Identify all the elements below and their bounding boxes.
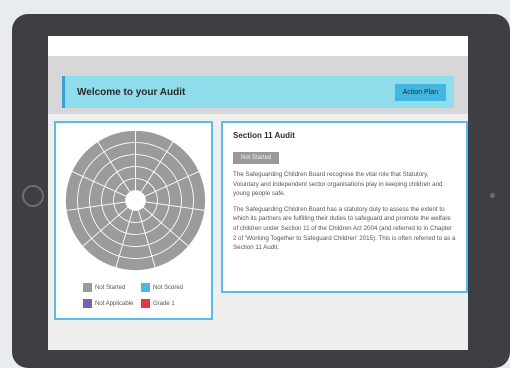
wheel-center <box>126 191 145 210</box>
audit-wheel[interactable] <box>63 128 208 273</box>
section-info-panel: Section 11 Audit Not Started The Safegua… <box>221 121 468 293</box>
audit-header: Welcome to your Audit Action Plan <box>62 76 454 108</box>
wheel-cell[interactable] <box>115 255 156 271</box>
wheel-cell[interactable] <box>118 244 153 259</box>
legend-label: Not Started <box>95 284 126 291</box>
legend-item-grade-1: Grade 1 <box>141 299 205 308</box>
legend-swatch <box>141 283 150 292</box>
legend-swatch <box>83 283 92 292</box>
duty-paragraph: The Safeguarding Children Board has a st… <box>233 205 456 252</box>
status-badge: Not Started <box>233 152 280 164</box>
camera-dot <box>490 193 495 198</box>
action-plan-button[interactable]: Action Plan <box>394 83 446 101</box>
section-title: Section 11 Audit <box>233 131 295 140</box>
app-screen: Welcome to your Audit Action Plan Not St… <box>48 36 468 350</box>
legend-label: Not Scored <box>153 284 184 291</box>
content-area: Not Started Not Scored Not Applicable Gr… <box>48 114 468 350</box>
wheel-cell[interactable] <box>122 232 149 247</box>
legend-label: Grade 1 <box>153 300 175 307</box>
legend-swatch <box>83 299 92 308</box>
page-title: Welcome to your Audit <box>77 86 186 98</box>
legend-swatch <box>141 299 150 308</box>
home-button[interactable] <box>22 185 44 207</box>
legend-label: Not Applicable <box>95 300 134 307</box>
legend-item-not-applicable: Not Applicable <box>83 299 141 308</box>
legend-item-not-started: Not Started <box>83 283 141 292</box>
audit-wheel-panel: Not Started Not Scored Not Applicable Gr… <box>54 121 213 320</box>
intro-paragraph: The Safeguarding Children Board recognis… <box>233 171 443 198</box>
legend-item-not-scored: Not Scored <box>141 283 205 292</box>
wheel-legend: Not Started Not Scored Not Applicable Gr… <box>83 283 213 308</box>
